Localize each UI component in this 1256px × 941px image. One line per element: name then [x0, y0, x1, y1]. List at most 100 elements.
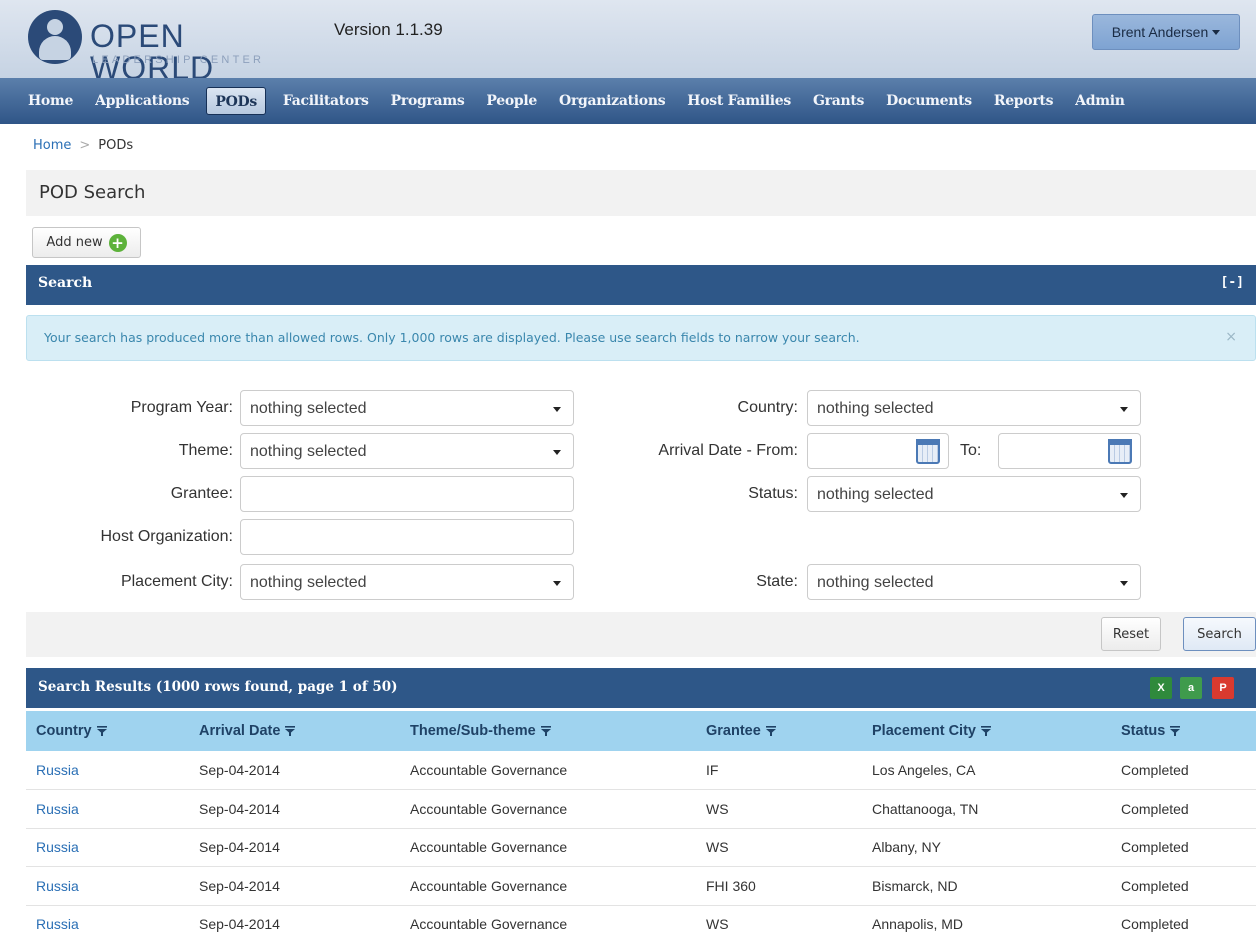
search-button[interactable]: Search	[1183, 617, 1256, 651]
status-cell: Completed	[1111, 751, 1256, 790]
filter-icon[interactable]	[285, 726, 296, 737]
nav-item-home[interactable]: Home	[0, 87, 84, 115]
breadcrumb: Home > PODs	[33, 138, 133, 153]
nav-item-pods[interactable]: PODs	[206, 87, 266, 115]
table-header-row: Country Arrival Date Theme/Sub-theme Gra…	[26, 711, 1256, 751]
status-label: Status:	[748, 485, 798, 502]
grantee-cell: WS	[696, 905, 862, 941]
filter-icon[interactable]	[96, 726, 107, 737]
breadcrumb-separator: >	[79, 138, 91, 153]
host-organization-input[interactable]	[240, 519, 574, 555]
grantee-input[interactable]	[240, 476, 574, 512]
country-select[interactable]: nothing selected	[807, 390, 1141, 426]
arrival-date-cell: Sep-04-2014	[189, 789, 400, 829]
arrival-to-label: To:	[960, 442, 982, 459]
excel-export-icon[interactable]: X	[1150, 677, 1172, 699]
state-value: nothing selected	[817, 574, 934, 591]
close-icon[interactable]: ×	[1225, 329, 1237, 345]
arrival-date-cell: Sep-04-2014	[189, 751, 400, 790]
grantee-cell: IF	[696, 751, 862, 790]
column-header-theme[interactable]: Theme/Sub-theme	[400, 711, 696, 751]
column-header-arrival-date[interactable]: Arrival Date	[189, 711, 400, 751]
nav-item-grants[interactable]: Grants	[802, 87, 875, 115]
state-select[interactable]: nothing selected	[807, 564, 1141, 600]
arrival-from-label: Arrival Date - From:	[658, 442, 798, 459]
status-value: nothing selected	[817, 486, 934, 503]
calendar-icon[interactable]	[916, 439, 940, 464]
search-actions-bar: Reset Search	[26, 612, 1256, 657]
nav-item-people[interactable]: People	[475, 87, 548, 115]
arrival-from-input[interactable]	[807, 433, 949, 469]
status-cell: Completed	[1111, 905, 1256, 941]
nav-item-reports[interactable]: Reports	[983, 87, 1064, 115]
table-row: Russia Sep-04-2014 Accountable Governanc…	[26, 866, 1256, 906]
nav-item-documents[interactable]: Documents	[875, 87, 983, 115]
chevron-down-icon	[553, 407, 561, 412]
main-nav: Home Applications PODs Facilitators Prog…	[0, 78, 1256, 124]
nav-item-applications[interactable]: Applications	[84, 87, 200, 115]
page-title: POD Search	[39, 182, 146, 203]
country-link[interactable]: Russia	[26, 751, 189, 790]
filter-icon[interactable]	[1170, 726, 1181, 737]
grantee-cell: WS	[696, 789, 862, 829]
version-label: Version 1.1.39	[334, 20, 443, 39]
collapse-toggle[interactable]: [-]	[1221, 275, 1244, 290]
logo-figure-icon	[28, 10, 82, 64]
nav-item-programs[interactable]: Programs	[380, 87, 476, 115]
host-organization-label: Host Organization:	[100, 528, 233, 545]
nav-item-facilitators[interactable]: Facilitators	[272, 87, 380, 115]
column-header-grantee[interactable]: Grantee	[696, 711, 862, 751]
nav-item-host-families[interactable]: Host Families	[676, 87, 802, 115]
column-header-status[interactable]: Status	[1111, 711, 1256, 751]
reset-button[interactable]: Reset	[1101, 617, 1161, 651]
filter-icon[interactable]	[980, 726, 991, 737]
table-row: Russia Sep-04-2014 Accountable Governanc…	[26, 751, 1256, 790]
grantee-label: Grantee:	[170, 485, 233, 502]
arrival-to-input[interactable]	[998, 433, 1141, 469]
chevron-down-icon	[1120, 493, 1128, 498]
user-menu-button[interactable]: Brent Andersen	[1092, 14, 1240, 50]
status-select[interactable]: nothing selected	[807, 476, 1141, 512]
country-link[interactable]: Russia	[26, 905, 189, 941]
program-year-select[interactable]: nothing selected	[240, 390, 574, 426]
country-link[interactable]: Russia	[26, 789, 189, 829]
search-limit-alert: Your search has produced more than allow…	[26, 315, 1256, 361]
breadcrumb-current: PODs	[98, 138, 134, 153]
filter-icon[interactable]	[765, 726, 776, 737]
arrival-date-cell: Sep-04-2014	[189, 828, 400, 867]
column-header-country[interactable]: Country	[26, 711, 189, 751]
theme-label: Theme:	[178, 442, 233, 459]
country-link[interactable]: Russia	[26, 828, 189, 867]
logo-title: OPEN WORLD	[90, 18, 215, 86]
chevron-down-icon	[553, 581, 561, 586]
open-world-logo[interactable]: OPEN WORLD LEADERSHIP CENTER	[28, 10, 298, 84]
filter-icon[interactable]	[540, 726, 551, 737]
pdf-export-icon[interactable]: P	[1212, 677, 1234, 699]
country-value: nothing selected	[817, 400, 934, 417]
theme-cell: Accountable Governance	[400, 828, 696, 867]
theme-cell: Accountable Governance	[400, 789, 696, 829]
placement-city-cell: Chattanooga, TN	[862, 789, 1111, 829]
placement-city-value: nothing selected	[250, 574, 367, 591]
alert-message: Your search has produced more than allow…	[44, 330, 860, 345]
placement-city-cell: Albany, NY	[862, 828, 1111, 867]
placement-city-cell: Annapolis, MD	[862, 905, 1111, 941]
breadcrumb-home-link[interactable]: Home	[33, 138, 71, 153]
theme-select[interactable]: nothing selected	[240, 433, 574, 469]
calendar-icon[interactable]	[1108, 439, 1132, 464]
chevron-down-icon	[1120, 407, 1128, 412]
results-title: Search Results (1000 rows found, page 1 …	[38, 679, 398, 695]
nav-item-admin[interactable]: Admin	[1064, 87, 1135, 115]
placement-city-select[interactable]: nothing selected	[240, 564, 574, 600]
country-link[interactable]: Russia	[26, 866, 189, 906]
user-name: Brent Andersen	[1111, 24, 1209, 40]
program-year-value: nothing selected	[250, 400, 367, 417]
page-title-bar: POD Search	[26, 170, 1256, 216]
nav-item-organizations[interactable]: Organizations	[548, 87, 676, 115]
placement-city-cell: Los Angeles, CA	[862, 751, 1111, 790]
grantee-cell: WS	[696, 828, 862, 867]
csv-export-icon[interactable]: a	[1180, 677, 1202, 699]
results-panel-header: Search Results (1000 rows found, page 1 …	[26, 668, 1256, 708]
add-new-button[interactable]: Add new +	[32, 227, 141, 258]
column-header-placement-city[interactable]: Placement City	[862, 711, 1111, 751]
